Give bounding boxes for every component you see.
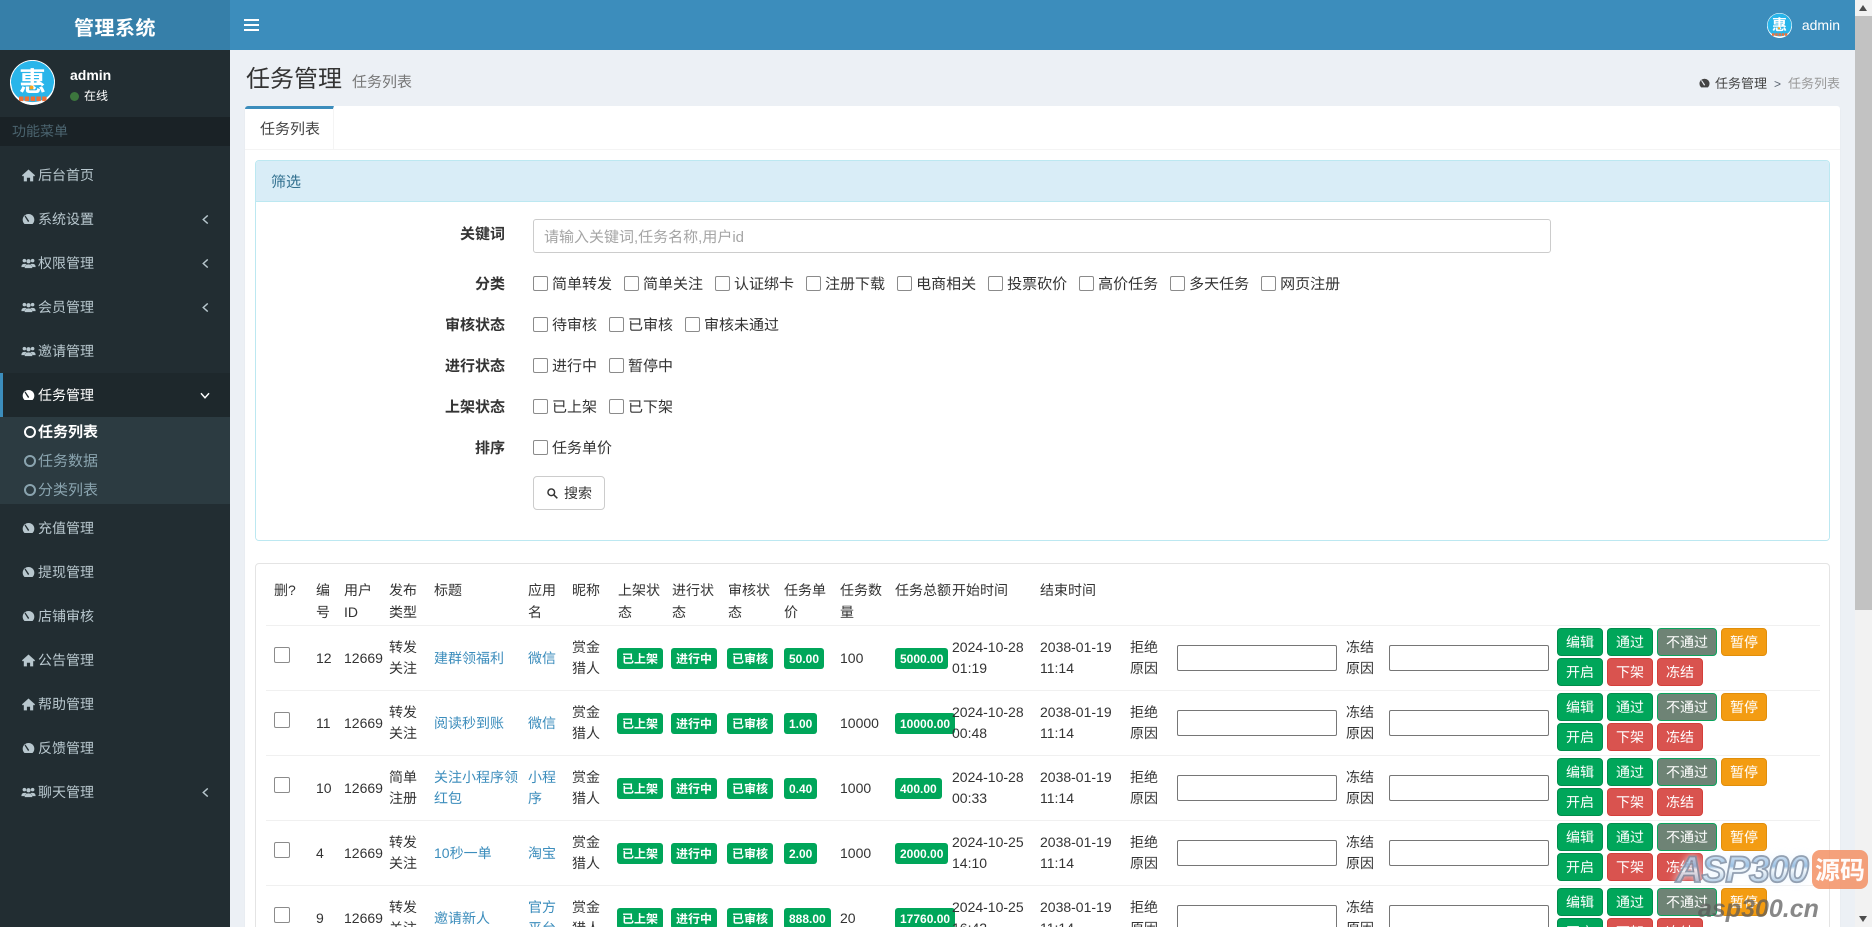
svg-text:惠: 惠 <box>19 60 46 99</box>
svg-text:惠: 惠 <box>1772 14 1787 35</box>
